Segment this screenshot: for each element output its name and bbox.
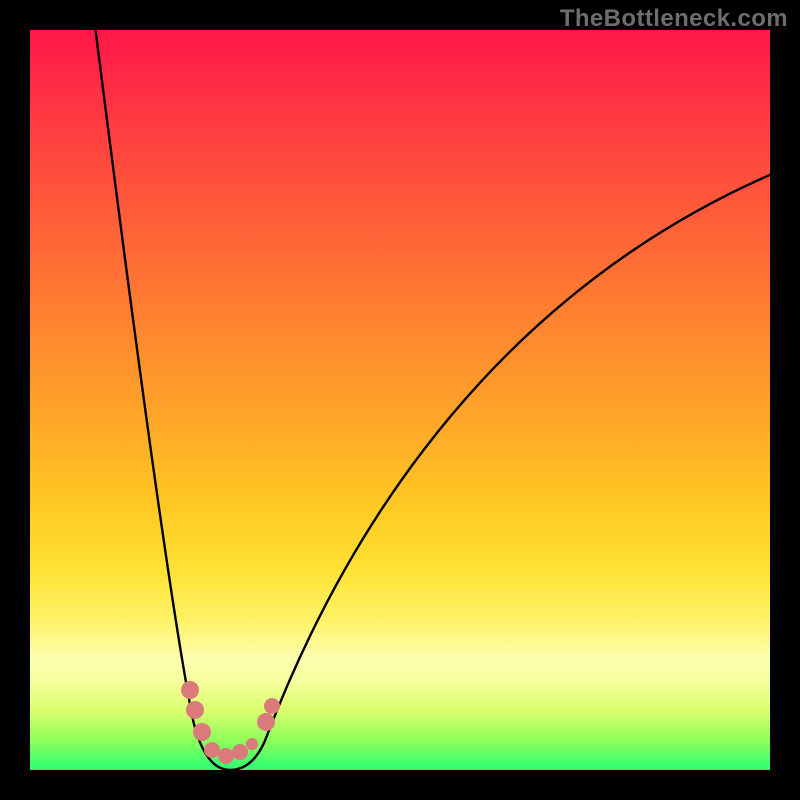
chart-plot-area: [30, 30, 770, 770]
marker-layer: [30, 30, 770, 770]
curve-marker: [181, 681, 199, 699]
curve-marker: [246, 738, 258, 750]
curve-marker: [186, 701, 204, 719]
chart-frame: TheBottleneck.com: [0, 0, 800, 800]
curve-marker: [193, 723, 211, 741]
watermark-text: TheBottleneck.com: [560, 5, 788, 33]
curve-marker: [264, 698, 280, 714]
curve-marker: [257, 713, 275, 731]
